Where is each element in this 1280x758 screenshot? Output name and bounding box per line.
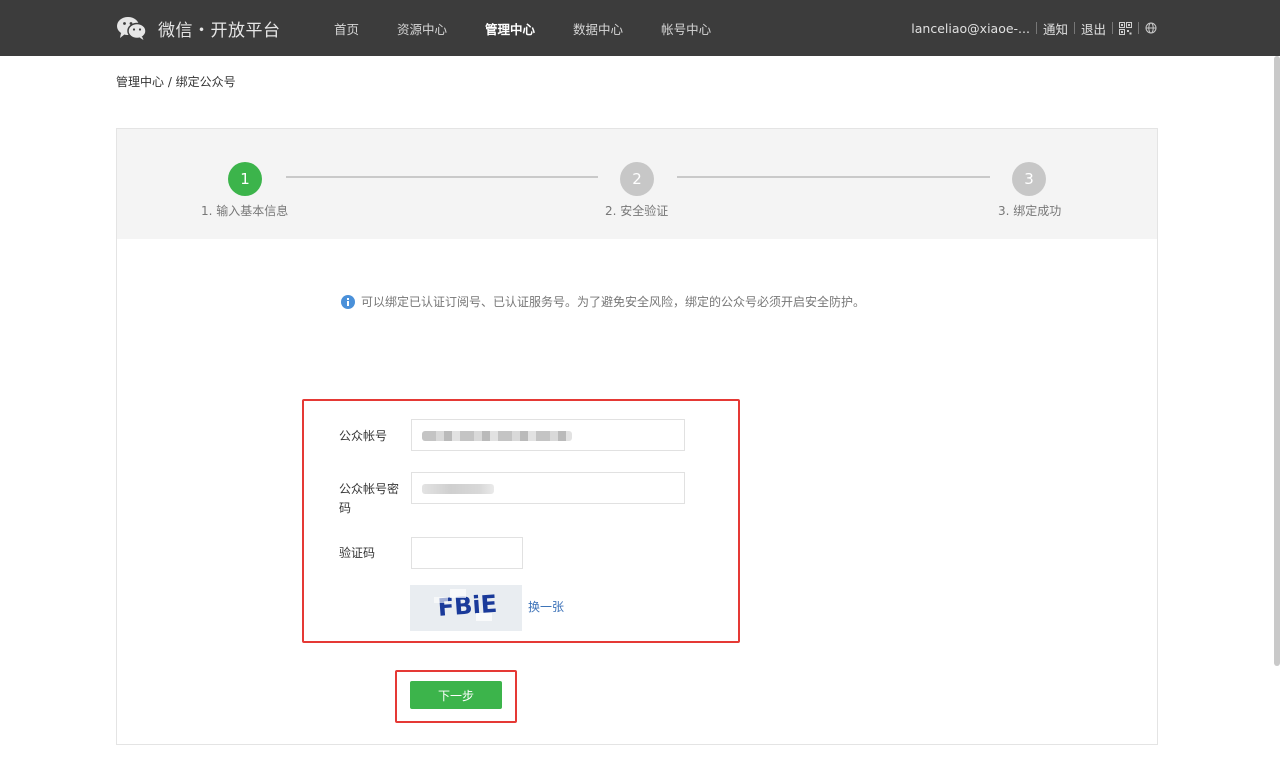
refresh-captcha-link[interactable]: 换一张: [528, 598, 564, 615]
logo[interactable]: 微信・开放平台: [116, 14, 281, 42]
next-step-button[interactable]: 下一步: [410, 681, 502, 709]
step-connector: [677, 176, 990, 178]
globe-icon[interactable]: [1145, 22, 1157, 34]
step-progress: 1 2 3 1. 输入基本信息 2. 安全验证 3. 绑定成功: [117, 129, 1157, 239]
step-connector: [286, 176, 598, 178]
step-1-circle: 1: [228, 162, 262, 196]
logo-text: 微信・开放平台: [158, 20, 281, 41]
nav-resources[interactable]: 资源中心: [397, 19, 447, 38]
divider: [1138, 22, 1139, 34]
password-label-line1: 公众帐号密: [339, 482, 400, 496]
step-3-circle: 3: [1012, 162, 1046, 196]
account-label: 公众帐号: [339, 429, 388, 443]
main-nav: 首页 资源中心 管理中心 数据中心 帐号中心: [334, 0, 749, 56]
top-navigation-bar: 微信・开放平台 首页 资源中心 管理中心 数据中心 帐号中心 lanceliao…: [0, 0, 1280, 56]
qr-code-icon[interactable]: [1119, 21, 1132, 35]
notice-text: 可以绑定已认证订阅号、已认证服务号。为了避免安全风险，绑定的公众号必须开启安全防…: [361, 295, 866, 309]
user-area: lanceliao@xiaoe-... 通知 退出: [911, 0, 1157, 56]
nav-home[interactable]: 首页: [334, 19, 359, 38]
divider: [1035, 22, 1037, 34]
step-1-label: 1. 输入基本信息: [201, 204, 289, 218]
notify-link[interactable]: 通知: [1043, 19, 1068, 38]
account-input[interactable]: [411, 419, 685, 451]
nav-account[interactable]: 帐号中心: [661, 19, 711, 38]
masked-value: [422, 431, 572, 441]
user-account-link[interactable]: lanceliao@xiaoe-...: [911, 21, 1030, 36]
step-2-label: 2. 安全验证: [605, 204, 669, 218]
captcha-label: 验证码: [339, 546, 376, 560]
captcha-input[interactable]: [411, 537, 523, 569]
captcha-image[interactable]: FBiE: [410, 585, 522, 631]
notice: 可以绑定已认证订阅号、已认证服务号。为了避免安全风险，绑定的公众号必须开启安全防…: [341, 293, 865, 310]
info-icon: [341, 294, 355, 309]
nav-data[interactable]: 数据中心: [573, 19, 623, 38]
bind-account-panel: 1 2 3 1. 输入基本信息 2. 安全验证 3. 绑定成功 可以绑定已认证订…: [116, 128, 1158, 745]
step-2-circle: 2: [620, 162, 654, 196]
logout-link[interactable]: 退出: [1081, 19, 1106, 38]
step-3-label: 3. 绑定成功: [998, 204, 1062, 218]
breadcrumb: 管理中心 / 绑定公众号: [116, 75, 236, 89]
divider: [1112, 22, 1113, 34]
password-label-line2: 码: [339, 501, 352, 515]
password-input[interactable]: [411, 472, 685, 504]
page-scrollbar[interactable]: [1274, 56, 1280, 666]
wechat-logo-icon: [116, 15, 148, 41]
masked-value: [422, 484, 494, 494]
divider: [1073, 22, 1075, 34]
nav-management[interactable]: 管理中心: [485, 19, 535, 38]
